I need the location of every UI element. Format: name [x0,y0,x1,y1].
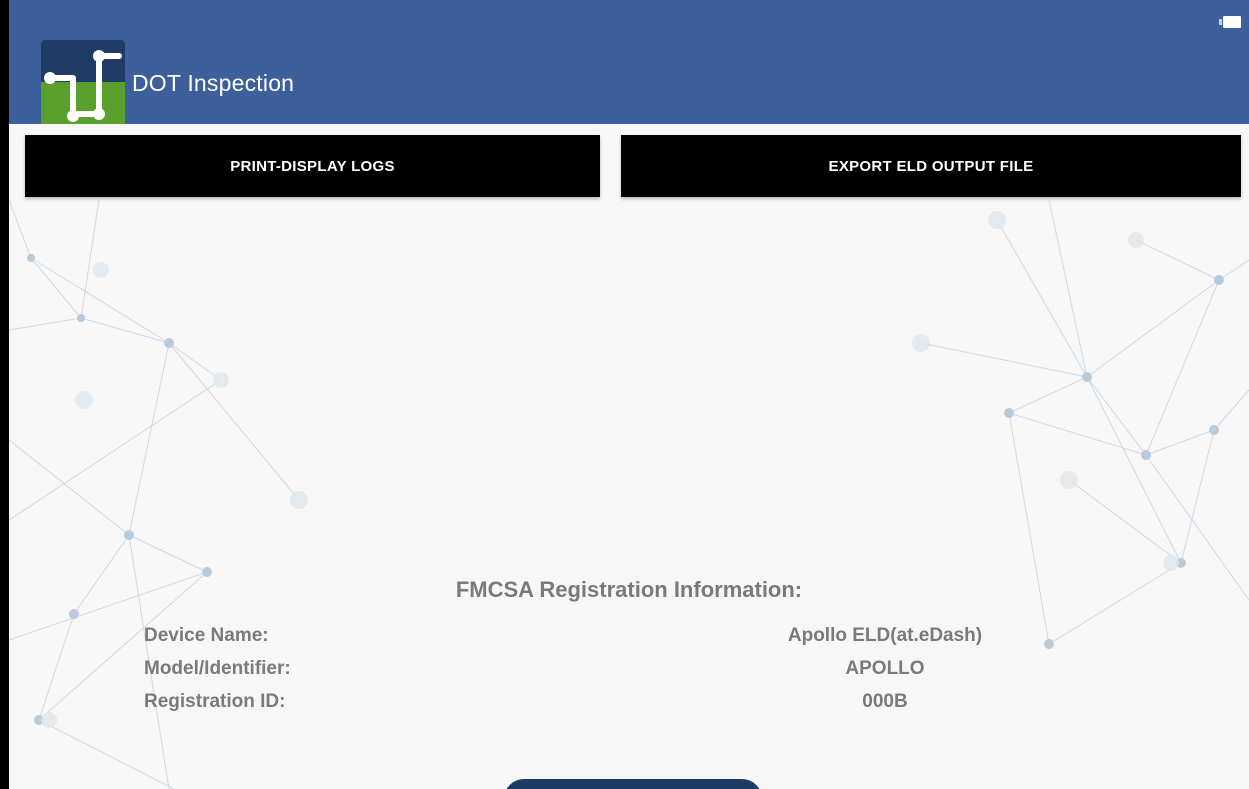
battery-icon [1219,16,1241,28]
page-title: DOT Inspection [132,70,295,96]
device-name-label: Device Name: [144,625,269,646]
registration-id-value: 000B [862,691,908,712]
print-display-logs-button[interactable]: PRINT-DISPLAY LOGS [25,135,600,197]
app-logo-icon[interactable] [41,40,125,124]
model-identifier-label: Model/Identifier: [144,658,291,679]
app-bar: DOT Inspection [9,0,1249,124]
app-screen: DOT Inspection PRINT-DISPLAY LOGS EXPORT… [9,0,1249,789]
registration-heading: FMCSA Registration Information: [455,577,803,602]
device-name-value: Apollo ELD(at.eDash) [787,625,983,646]
model-identifier-value: APOLLO [845,658,925,679]
registration-id-label: Registration ID: [144,691,286,712]
background-network-decoration [9,199,1249,789]
bottom-action-button[interactable] [504,779,762,789]
export-eld-output-file-button[interactable]: EXPORT ELD OUTPUT FILE [621,135,1241,197]
